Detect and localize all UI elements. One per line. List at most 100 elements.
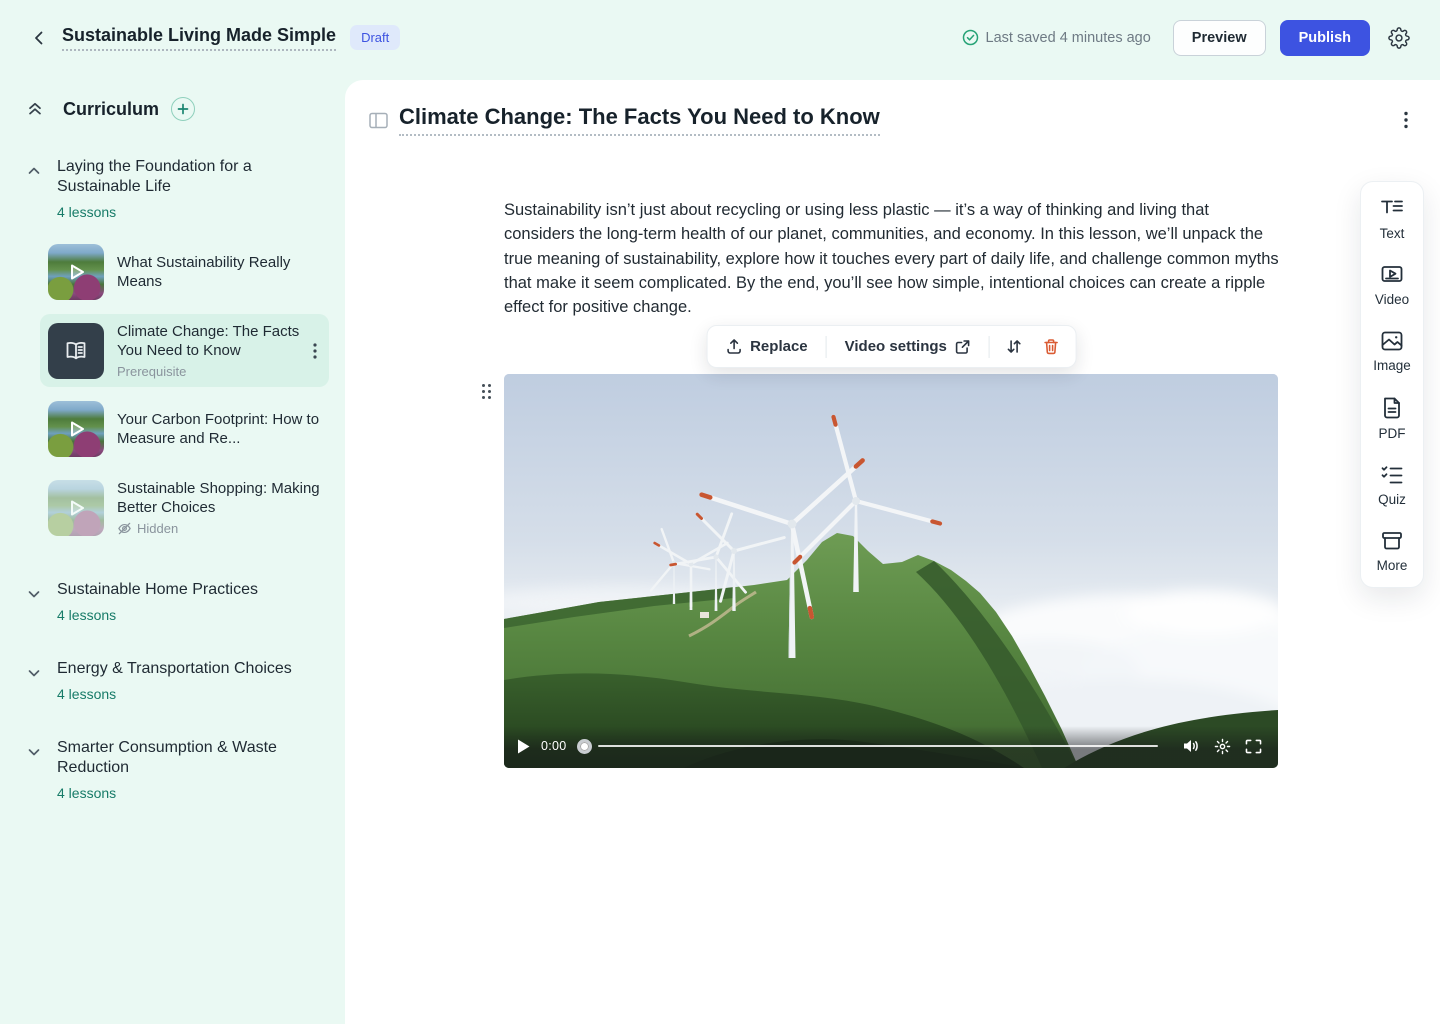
lesson-reading-thumbnail <box>48 323 104 379</box>
video-settings-button[interactable]: Video settings <box>835 331 981 362</box>
divider <box>826 336 827 358</box>
double-chevron-up-icon <box>26 100 44 118</box>
check-circle-icon <box>962 29 979 46</box>
insert-item-label: Image <box>1373 358 1411 373</box>
seek-handle[interactable] <box>577 739 592 754</box>
upload-icon <box>725 338 742 355</box>
progress-bar[interactable] <box>598 745 1158 747</box>
fullscreen-button[interactable] <box>1241 735 1266 758</box>
lesson-title: Sustainable Shopping: Making Better Choi… <box>117 479 321 517</box>
video-player[interactable]: 0:00 <box>504 374 1278 768</box>
insert-item-label: Quiz <box>1378 492 1406 507</box>
section-header[interactable]: Sustainable Home Practices 4 lessons <box>24 580 329 623</box>
settings-button[interactable] <box>1384 23 1414 53</box>
delete-block-button[interactable] <box>1035 331 1068 362</box>
lesson-page-title[interactable]: Climate Change: The Facts You Need to Kn… <box>399 104 880 136</box>
section-header[interactable]: Energy & Transportation Choices 4 lesson… <box>24 659 329 702</box>
chevron-down-icon <box>26 665 42 681</box>
volume-button[interactable] <box>1178 734 1204 758</box>
block-drag-handle[interactable] <box>477 379 496 404</box>
lesson-video-thumbnail <box>48 480 104 536</box>
insert-video-button[interactable]: Video <box>1375 264 1409 307</box>
replace-video-button[interactable]: Replace <box>715 331 818 362</box>
lesson-info: Sustainable Shopping: Making Better Choi… <box>117 479 321 536</box>
more-blocks-icon <box>1380 530 1404 552</box>
play-button[interactable] <box>514 736 533 757</box>
replace-label: Replace <box>750 338 808 355</box>
section-header[interactable]: Smarter Consumption & Waste Reduction 4 … <box>24 738 329 801</box>
chevron-left-icon <box>30 29 48 47</box>
lesson-info: Climate Change: The Facts You Need to Kn… <box>117 322 321 379</box>
hidden-text: Hidden <box>137 521 178 536</box>
current-time: 0:00 <box>541 739 567 753</box>
gear-icon <box>1388 27 1410 49</box>
move-block-button[interactable] <box>998 331 1031 362</box>
lesson-title: Climate Change: The Facts You Need to Kn… <box>117 322 321 360</box>
preview-button[interactable]: Preview <box>1173 20 1266 56</box>
curriculum-section: Smarter Consumption & Waste Reduction 4 … <box>24 738 329 801</box>
insert-pdf-button[interactable]: PDF <box>1379 396 1406 441</box>
chevron-up-icon <box>26 163 42 179</box>
section-title: Smarter Consumption & Waste Reduction <box>57 738 307 778</box>
section-lesson-count: 4 lessons <box>57 686 292 702</box>
lesson-editor-panel: Climate Change: The Facts You Need to Kn… <box>345 80 1440 1024</box>
toggle-sidebar-button[interactable] <box>367 110 390 131</box>
plus-icon <box>177 103 189 115</box>
lesson-item-hidden[interactable]: Sustainable Shopping: Making Better Choi… <box>40 471 329 544</box>
section-header[interactable]: Laying the Foundation for a Sustainable … <box>24 157 329 220</box>
section-meta: Energy & Transportation Choices 4 lesson… <box>57 659 292 702</box>
eye-off-icon <box>117 521 132 536</box>
lesson-options-button[interactable] <box>309 339 321 363</box>
status-badge: Draft <box>350 25 400 50</box>
insert-item-label: Text <box>1380 226 1405 241</box>
section-title: Sustainable Home Practices <box>57 580 258 600</box>
section-lesson-count: 4 lessons <box>57 785 307 801</box>
lesson-prerequisite-label: Prerequisite <box>117 364 321 379</box>
collapse-all-button[interactable] <box>24 98 46 120</box>
curriculum-section: Sustainable Home Practices 4 lessons <box>24 580 329 623</box>
add-curriculum-button[interactable] <box>171 97 195 121</box>
lesson-item[interactable]: Your Carbon Footprint: How to Measure an… <box>40 393 329 465</box>
lesson-hidden-label: Hidden <box>117 521 321 536</box>
lesson-title: Your Carbon Footprint: How to Measure an… <box>117 410 321 448</box>
collapse-section-button[interactable] <box>24 161 48 220</box>
insert-text-button[interactable]: Text <box>1380 198 1405 241</box>
play-icon <box>48 401 104 457</box>
section-lesson-count: 4 lessons <box>57 607 258 623</box>
lesson-item[interactable]: What Sustainability Really Means <box>40 236 329 308</box>
back-button[interactable] <box>26 25 52 51</box>
divider <box>989 336 990 358</box>
player-settings-button[interactable] <box>1210 734 1235 759</box>
curriculum-sidebar: Curriculum Laying the Foundation for a S… <box>0 75 345 1024</box>
lesson-item-selected[interactable]: Climate Change: The Facts You Need to Kn… <box>40 314 329 387</box>
insert-more-button[interactable]: More <box>1377 530 1408 573</box>
insert-block-toolbar: Text Video Image PDF Quiz More <box>1360 181 1424 588</box>
publish-button[interactable]: Publish <box>1280 20 1370 56</box>
expand-section-button[interactable] <box>24 663 48 702</box>
autosave-status: Last saved 4 minutes ago <box>962 29 1151 46</box>
section-meta: Laying the Foundation for a Sustainable … <box>57 157 307 220</box>
pdf-icon <box>1381 396 1403 420</box>
top-bar: Sustainable Living Made Simple Draft Las… <box>0 0 1440 75</box>
expand-section-button[interactable] <box>24 742 48 801</box>
insert-image-button[interactable]: Image <box>1373 330 1411 373</box>
lesson-paragraph[interactable]: Sustainability isn’t just about recyclin… <box>504 198 1279 319</box>
topbar-actions: Last saved 4 minutes ago Preview Publish <box>962 20 1414 56</box>
section-meta: Sustainable Home Practices 4 lessons <box>57 580 258 623</box>
fullscreen-icon <box>1245 739 1262 754</box>
lesson-video-thumbnail <box>48 244 104 300</box>
course-title[interactable]: Sustainable Living Made Simple <box>62 25 336 51</box>
trash-icon <box>1043 338 1060 355</box>
insert-item-label: PDF <box>1379 426 1406 441</box>
section-title: Laying the Foundation for a Sustainable … <box>57 157 307 197</box>
play-icon <box>517 739 530 754</box>
expand-section-button[interactable] <box>24 584 48 623</box>
play-icon <box>48 244 104 300</box>
insert-quiz-button[interactable]: Quiz <box>1378 464 1406 507</box>
lesson-options-button[interactable] <box>1400 107 1412 133</box>
chevron-down-icon <box>26 744 42 760</box>
video-block-toolbar: Replace Video settings <box>706 325 1077 368</box>
video-controls: 0:00 <box>504 726 1278 768</box>
lesson-info: What Sustainability Really Means <box>117 253 321 291</box>
lesson-header: Climate Change: The Facts You Need to Kn… <box>345 80 1440 136</box>
